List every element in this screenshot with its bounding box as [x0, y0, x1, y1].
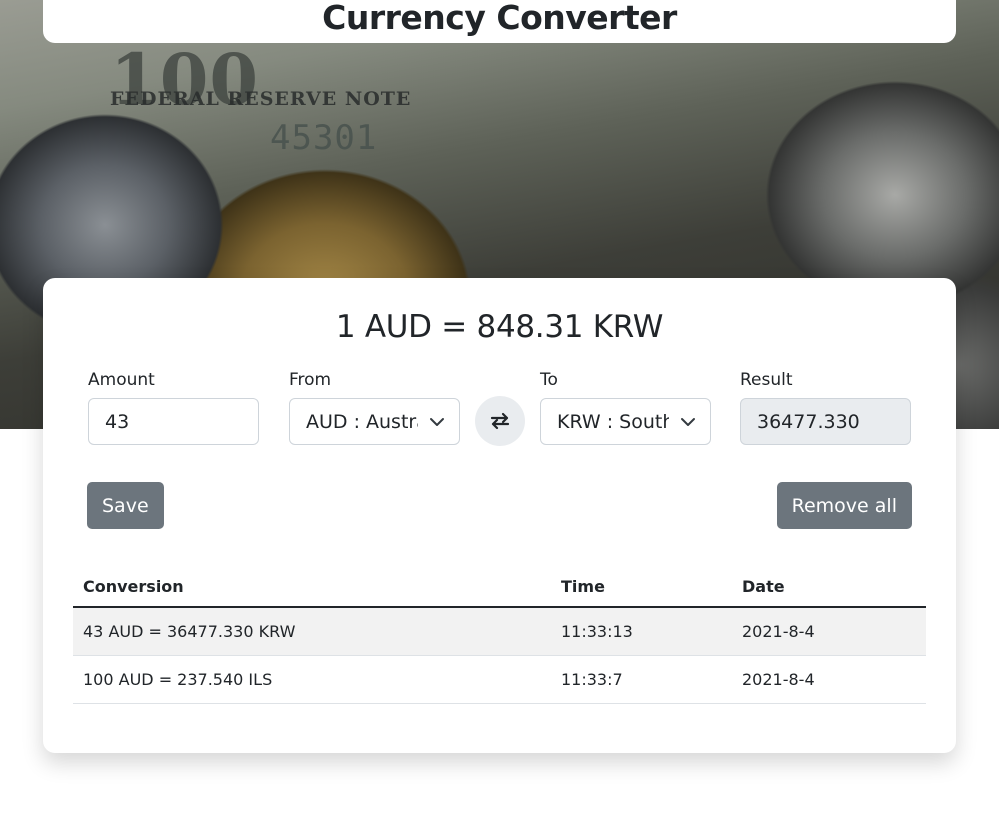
column-header-conversion: Conversion	[73, 566, 551, 608]
page-title: Currency Converter	[322, 0, 677, 37]
table-header-row: Conversion Time Date	[73, 566, 926, 608]
table-row: 43 AUD = 36477.330 KRW 11:33:13 2021-8-4	[73, 607, 926, 656]
amount-input[interactable]: 43	[88, 398, 259, 445]
swap-currencies-button[interactable]	[475, 396, 525, 446]
swap-arrows-icon	[490, 412, 510, 430]
time-cell: 11:33:7	[551, 655, 732, 704]
exchange-rate: 1 AUD = 848.31 KRW	[335, 309, 664, 345]
chevron-down-icon	[430, 417, 444, 426]
save-button[interactable]: Save	[87, 482, 164, 529]
date-cell: 2021-8-4	[732, 655, 926, 704]
from-label: From	[289, 370, 332, 390]
conversion-cell: 43 AUD = 36477.330 KRW	[73, 607, 551, 656]
column-header-date: Date	[732, 566, 926, 608]
date-cell: 2021-8-4	[732, 607, 926, 656]
from-field: From AUD : Australian Dollar	[289, 370, 460, 445]
banknote-serial-graphic: 45301	[270, 118, 378, 158]
result-field: Result 36477.330	[740, 370, 911, 445]
time-cell: 11:33:13	[551, 607, 732, 656]
result-output: 36477.330	[740, 398, 911, 445]
converter-card: 1 AUD = 848.31 KRW Amount 43 From AUD : …	[43, 278, 956, 753]
banknote-text-graphic: FEDERAL RESERVE NOTE	[110, 88, 412, 110]
title-card: Currency Converter	[43, 0, 956, 43]
conversion-cell: 100 AUD = 237.540 ILS	[73, 655, 551, 704]
remove-all-button[interactable]: Remove all	[776, 482, 912, 529]
to-label: To	[540, 370, 558, 390]
table-row: 100 AUD = 237.540 ILS 11:33:7 2021-8-4	[73, 655, 926, 704]
column-header-time: Time	[551, 566, 732, 608]
from-currency-value: AUD : Australian Dollar	[306, 410, 418, 433]
amount-label: Amount	[88, 370, 155, 390]
result-label: Result	[740, 370, 793, 390]
to-field: To KRW : South Korean Won	[540, 370, 711, 445]
chevron-down-icon	[681, 417, 695, 426]
history-table: Conversion Time Date 43 AUD = 36477.330 …	[73, 566, 926, 704]
amount-field: Amount 43	[88, 370, 259, 445]
to-currency-select[interactable]: KRW : South Korean Won	[540, 398, 711, 445]
to-currency-value: KRW : South Korean Won	[557, 410, 669, 433]
from-currency-select[interactable]: AUD : Australian Dollar	[289, 398, 460, 445]
